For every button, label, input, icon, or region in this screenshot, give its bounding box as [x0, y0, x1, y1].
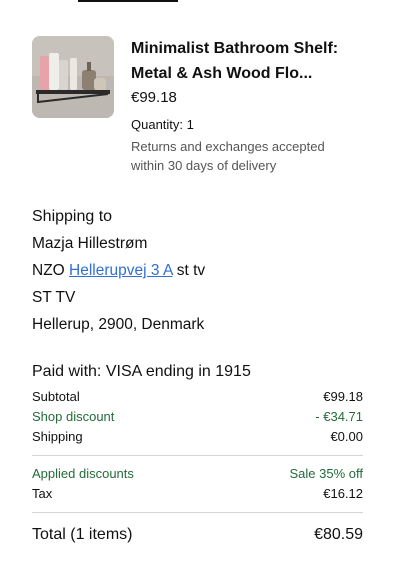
shipping-section: Shipping to Mazja Hillestrøm NZO Helleru…: [32, 207, 364, 335]
shipping-title: Shipping to: [32, 208, 113, 225]
shipping-cost-value: €0.00: [330, 429, 363, 444]
address-prefix: NZO: [32, 262, 65, 279]
total-label: Total (1 items): [32, 526, 133, 543]
applied-discounts-label: Applied discounts: [32, 466, 134, 481]
subtotal-label: Subtotal: [32, 389, 80, 404]
subtotal-value: €99.18: [323, 389, 363, 404]
total-value: €80.59: [314, 526, 363, 543]
shop-discount-label: Shop discount: [32, 409, 115, 424]
bathroom-shelf-image: [32, 36, 114, 118]
order-item[interactable]: Minimalist Bathroom Shelf: Metal & Ash W…: [32, 36, 364, 176]
tax-label: Tax: [32, 486, 53, 501]
divider: [32, 512, 363, 513]
tax-row: Tax €16.12: [32, 484, 363, 504]
tab-underline: [78, 0, 178, 2]
item-title-line1: Minimalist Bathroom Shelf:: [131, 40, 339, 57]
address-line2: ST TV: [32, 289, 76, 306]
subtotal-row: Subtotal €99.18: [32, 387, 363, 407]
item-quantity: Quantity: 1: [131, 117, 194, 132]
shop-discount-row: Shop discount - €34.71: [32, 407, 363, 427]
tax-value: €16.12: [323, 486, 363, 501]
item-title-line2: Metal & Ash Wood Flo...: [131, 65, 313, 82]
payment-summary: Paid with: VISA ending in 1915 Subtotal …: [32, 362, 363, 545]
paid-with-label: Paid with:: [32, 363, 102, 380]
address-line1: NZO Hellerupvej 3 A st tv: [32, 261, 364, 281]
recipient-name: Mazja Hillestrøm: [32, 235, 148, 252]
payment-method: Paid with: VISA ending in 1915: [32, 362, 363, 382]
address-suffix: st tv: [176, 262, 206, 279]
divider: [32, 455, 363, 456]
address-link[interactable]: Hellerupvej 3 A: [69, 262, 172, 279]
applied-discounts-row: Applied discounts Sale 35% off: [32, 464, 363, 484]
shipping-cost-label: Shipping: [32, 429, 83, 444]
address-city: Hellerup, 2900, Denmark: [32, 316, 205, 333]
item-title[interactable]: Minimalist Bathroom Shelf: Metal & Ash W…: [131, 36, 367, 86]
returns-line1: Returns and exchanges accepted: [131, 139, 325, 154]
total-row: Total (1 items) €80.59: [32, 525, 363, 545]
applied-discounts-value: Sale 35% off: [289, 466, 363, 481]
returns-policy: Returns and exchanges accepted within 30…: [131, 137, 367, 175]
returns-line2: within 30 days of delivery: [131, 158, 277, 173]
shop-discount-value: - €34.71: [315, 409, 363, 424]
product-thumbnail[interactable]: [32, 36, 114, 118]
paid-with-value: VISA ending in 1915: [105, 363, 251, 380]
item-price: €99.18: [131, 89, 177, 106]
item-details: Minimalist Bathroom Shelf: Metal & Ash W…: [131, 36, 367, 175]
shipping-cost-row: Shipping €0.00: [32, 427, 363, 447]
